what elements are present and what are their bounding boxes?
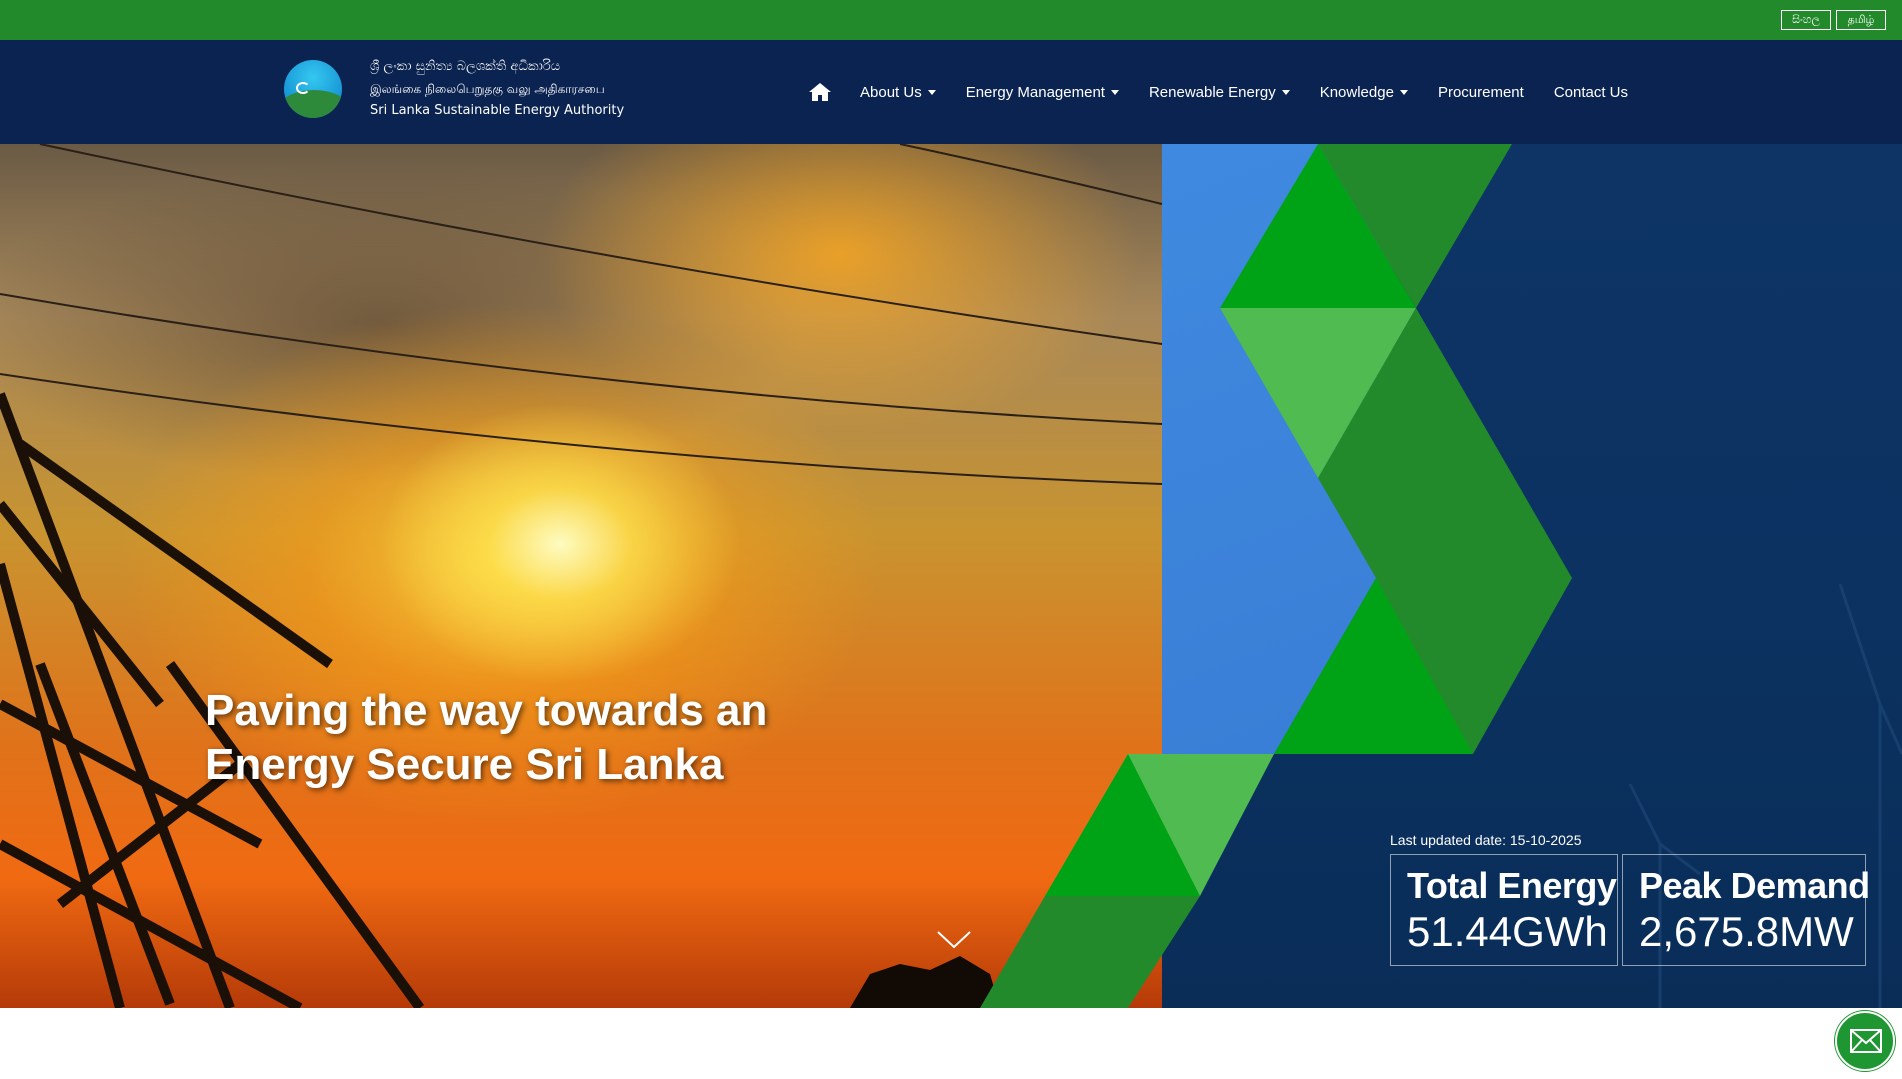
nav-procurement-label: Procurement xyxy=(1437,83,1524,101)
nav-about-us-label: About Us xyxy=(860,83,922,101)
nav-procurement[interactable]: Procurement xyxy=(1438,84,1524,101)
logo-text[interactable]: ශ්‍රී ලංකා සුනිත්‍ය බලශක්ති අධිකාරිය இலங… xyxy=(370,56,624,122)
logo-wave xyxy=(284,90,342,118)
language-tamil-button[interactable]: தமிழ் xyxy=(1836,10,1886,30)
total-energy-label: Total Energy xyxy=(1407,865,1617,906)
nav-knowledge-label: Knowledge xyxy=(1319,83,1394,101)
logo-text-english: Sri Lanka Sustainable Energy Authority xyxy=(370,103,625,118)
logo-text-tamil: இலங்கை நிலைபெறுதகு வலு அதிகாரசபை xyxy=(370,82,605,96)
hero-title-line1: Paving the way towards an xyxy=(205,686,768,735)
total-energy-card: Total Energy 51.44GWh xyxy=(1390,854,1618,966)
logo-text-sinhala: ශ්‍රී ලංකා සුනිත්‍ය බලශක්ති අධිකාරිය xyxy=(370,59,561,74)
peak-demand-label: Peak Demand xyxy=(1639,865,1870,906)
caret-down-icon xyxy=(927,89,936,95)
total-energy-value: 51.44GWh xyxy=(1407,908,1608,955)
language-sinhala-button[interactable]: සිංහල xyxy=(1781,10,1831,30)
logo-swirl xyxy=(296,82,310,94)
power-lines xyxy=(0,144,1163,485)
hero-title-line2: Energy Secure Sri Lanka xyxy=(205,740,724,789)
main-navbar: ශ්‍රී ලංකා සුනිත්‍ය බලශක්ති අධිකාරිය இலங… xyxy=(0,40,1902,144)
home-icon[interactable] xyxy=(806,80,834,104)
nav-about-us[interactable]: About Us xyxy=(860,84,936,101)
caret-down-icon xyxy=(1281,89,1290,95)
hero-banner: Paving the way towards an Energy Secure … xyxy=(0,144,1902,1008)
sltsea-logo[interactable] xyxy=(284,60,342,118)
nav-renewable-energy[interactable]: Renewable Energy xyxy=(1149,84,1290,101)
nav-renewable-energy-label: Renewable Energy xyxy=(1148,83,1276,101)
tree-silhouette xyxy=(850,956,1000,1008)
peak-demand-value: 2,675.8MW xyxy=(1639,908,1854,955)
nav-contact-us[interactable]: Contact Us xyxy=(1554,84,1628,101)
nav-knowledge[interactable]: Knowledge xyxy=(1320,84,1408,101)
caret-down-icon xyxy=(1399,89,1408,95)
peak-demand-card: Peak Demand 2,675.8MW xyxy=(1622,854,1870,966)
nav-energy-management[interactable]: Energy Management xyxy=(966,84,1119,101)
stats-last-updated: Last updated date: 15-10-2025 xyxy=(1390,832,1582,848)
chevron-down-icon[interactable] xyxy=(936,930,972,955)
language-bar: සිංහල தமிழ் xyxy=(0,0,1902,40)
hero-title: Paving the way towards an Energy Secure … xyxy=(205,684,825,792)
nav-contact-us-label: Contact Us xyxy=(1553,83,1629,101)
nav-menu: About Us Energy Management Renewable Ene… xyxy=(806,40,1658,144)
caret-down-icon xyxy=(1110,89,1119,95)
nav-energy-management-label: Energy Management xyxy=(965,83,1105,101)
mail-icon[interactable] xyxy=(1835,1011,1895,1071)
